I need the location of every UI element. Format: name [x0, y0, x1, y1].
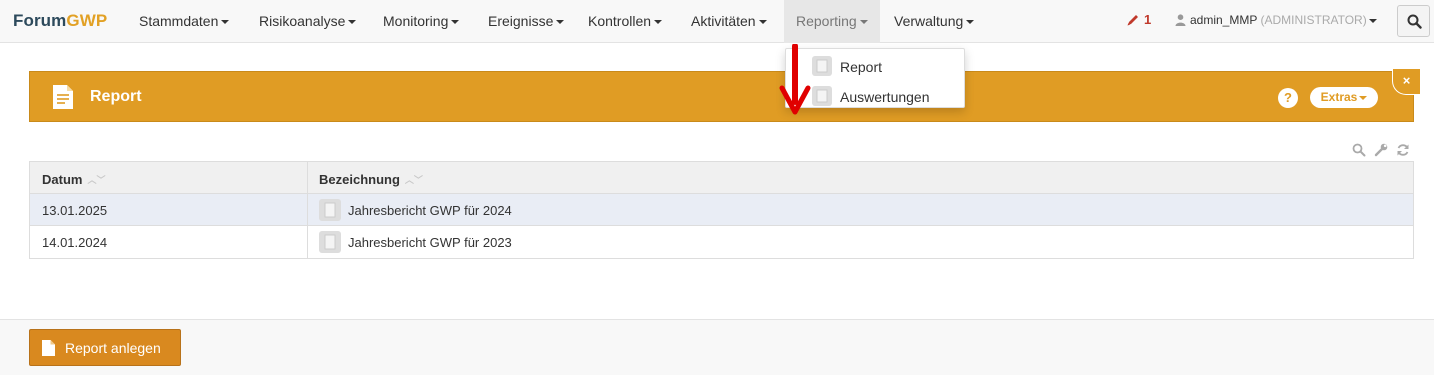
chevron-down-icon [1369, 19, 1377, 23]
report-panel-header: Report ? Extras × [29, 69, 1420, 122]
row-name: Jahresbericht GWP für 2024 [348, 203, 512, 218]
report-table: Datum ︿﹀ Bezeichnung ︿﹀ 13.01.2025 Jahresb… [29, 161, 1414, 259]
row-name: Jahresbericht GWP für 2023 [348, 235, 512, 250]
brand-logo[interactable]: ForumGWP [13, 11, 107, 31]
row-date: 13.01.2025 [42, 203, 108, 218]
chevron-down-icon [451, 20, 460, 25]
file-icon [42, 340, 55, 356]
nav-risikoanalyse[interactable]: Risikoanalyse [259, 0, 357, 43]
nav-verwaltung[interactable]: Verwaltung [894, 0, 975, 43]
close-icon[interactable]: × [1392, 69, 1420, 95]
column-divider [307, 162, 308, 193]
sort-icon: ︿﹀ [87, 175, 106, 185]
sort-icon: ︿﹀ [404, 175, 423, 185]
reporting-dropdown-menu: Report Auswertungen [785, 48, 965, 108]
wrench-icon[interactable] [1374, 143, 1388, 157]
table-row[interactable]: 13.01.2025 Jahresbericht GWP für 2024 [30, 194, 1413, 226]
document-icon [812, 56, 832, 76]
user-icon [1175, 14, 1186, 26]
notification-count[interactable]: 1 [1144, 12, 1151, 27]
extras-button[interactable]: Extras [1310, 87, 1378, 108]
search-icon [1407, 14, 1422, 29]
red-arrow-annotation [779, 44, 811, 115]
chevron-down-icon [654, 20, 663, 25]
help-icon[interactable]: ? [1278, 88, 1298, 108]
table-row[interactable]: 14.01.2024 Jahresbericht GWP für 2023 [30, 226, 1413, 258]
user-menu[interactable]: admin_MMP (ADMINISTRATOR) [1190, 13, 1367, 27]
nav-ereignisse[interactable]: Ereignisse [488, 0, 565, 43]
chevron-down-icon [556, 20, 565, 25]
search-icon[interactable] [1352, 143, 1366, 157]
nav-reporting[interactable]: Reporting [784, 0, 880, 43]
document-icon [319, 231, 341, 253]
pencil-icon[interactable] [1126, 13, 1140, 27]
nav-monitoring[interactable]: Monitoring [383, 0, 460, 43]
nav-kontrollen[interactable]: Kontrollen [588, 0, 663, 43]
chevron-down-icon [859, 20, 868, 25]
document-icon [812, 86, 832, 106]
table-header: Datum ︿﹀ Bezeichnung ︿﹀ [30, 162, 1413, 194]
row-date: 14.01.2024 [42, 235, 108, 250]
page-title: Report [90, 88, 142, 105]
column-header-bezeichnung[interactable]: Bezeichnung ︿﹀ [319, 172, 423, 187]
document-icon [319, 199, 341, 221]
chevron-down-icon [1359, 95, 1368, 100]
chevron-down-icon [348, 20, 357, 25]
footer-bar: Report anlegen [0, 319, 1434, 375]
column-divider [307, 226, 308, 258]
chevron-down-icon [966, 20, 975, 25]
report-document-icon [53, 85, 73, 109]
chevron-down-icon [221, 20, 230, 25]
chevron-down-icon [758, 20, 767, 25]
nav-stammdaten[interactable]: Stammdaten [139, 0, 230, 43]
nav-aktivitaeten[interactable]: Aktivitäten [691, 0, 767, 43]
add-report-button[interactable]: Report anlegen [29, 329, 181, 366]
column-header-datum[interactable]: Datum ︿﹀ [42, 172, 105, 187]
refresh-icon[interactable] [1396, 143, 1410, 157]
column-divider [307, 194, 308, 225]
search-button[interactable] [1397, 5, 1430, 37]
top-navbar: ForumGWP Stammdaten Risikoanalyse Monito… [0, 0, 1434, 43]
